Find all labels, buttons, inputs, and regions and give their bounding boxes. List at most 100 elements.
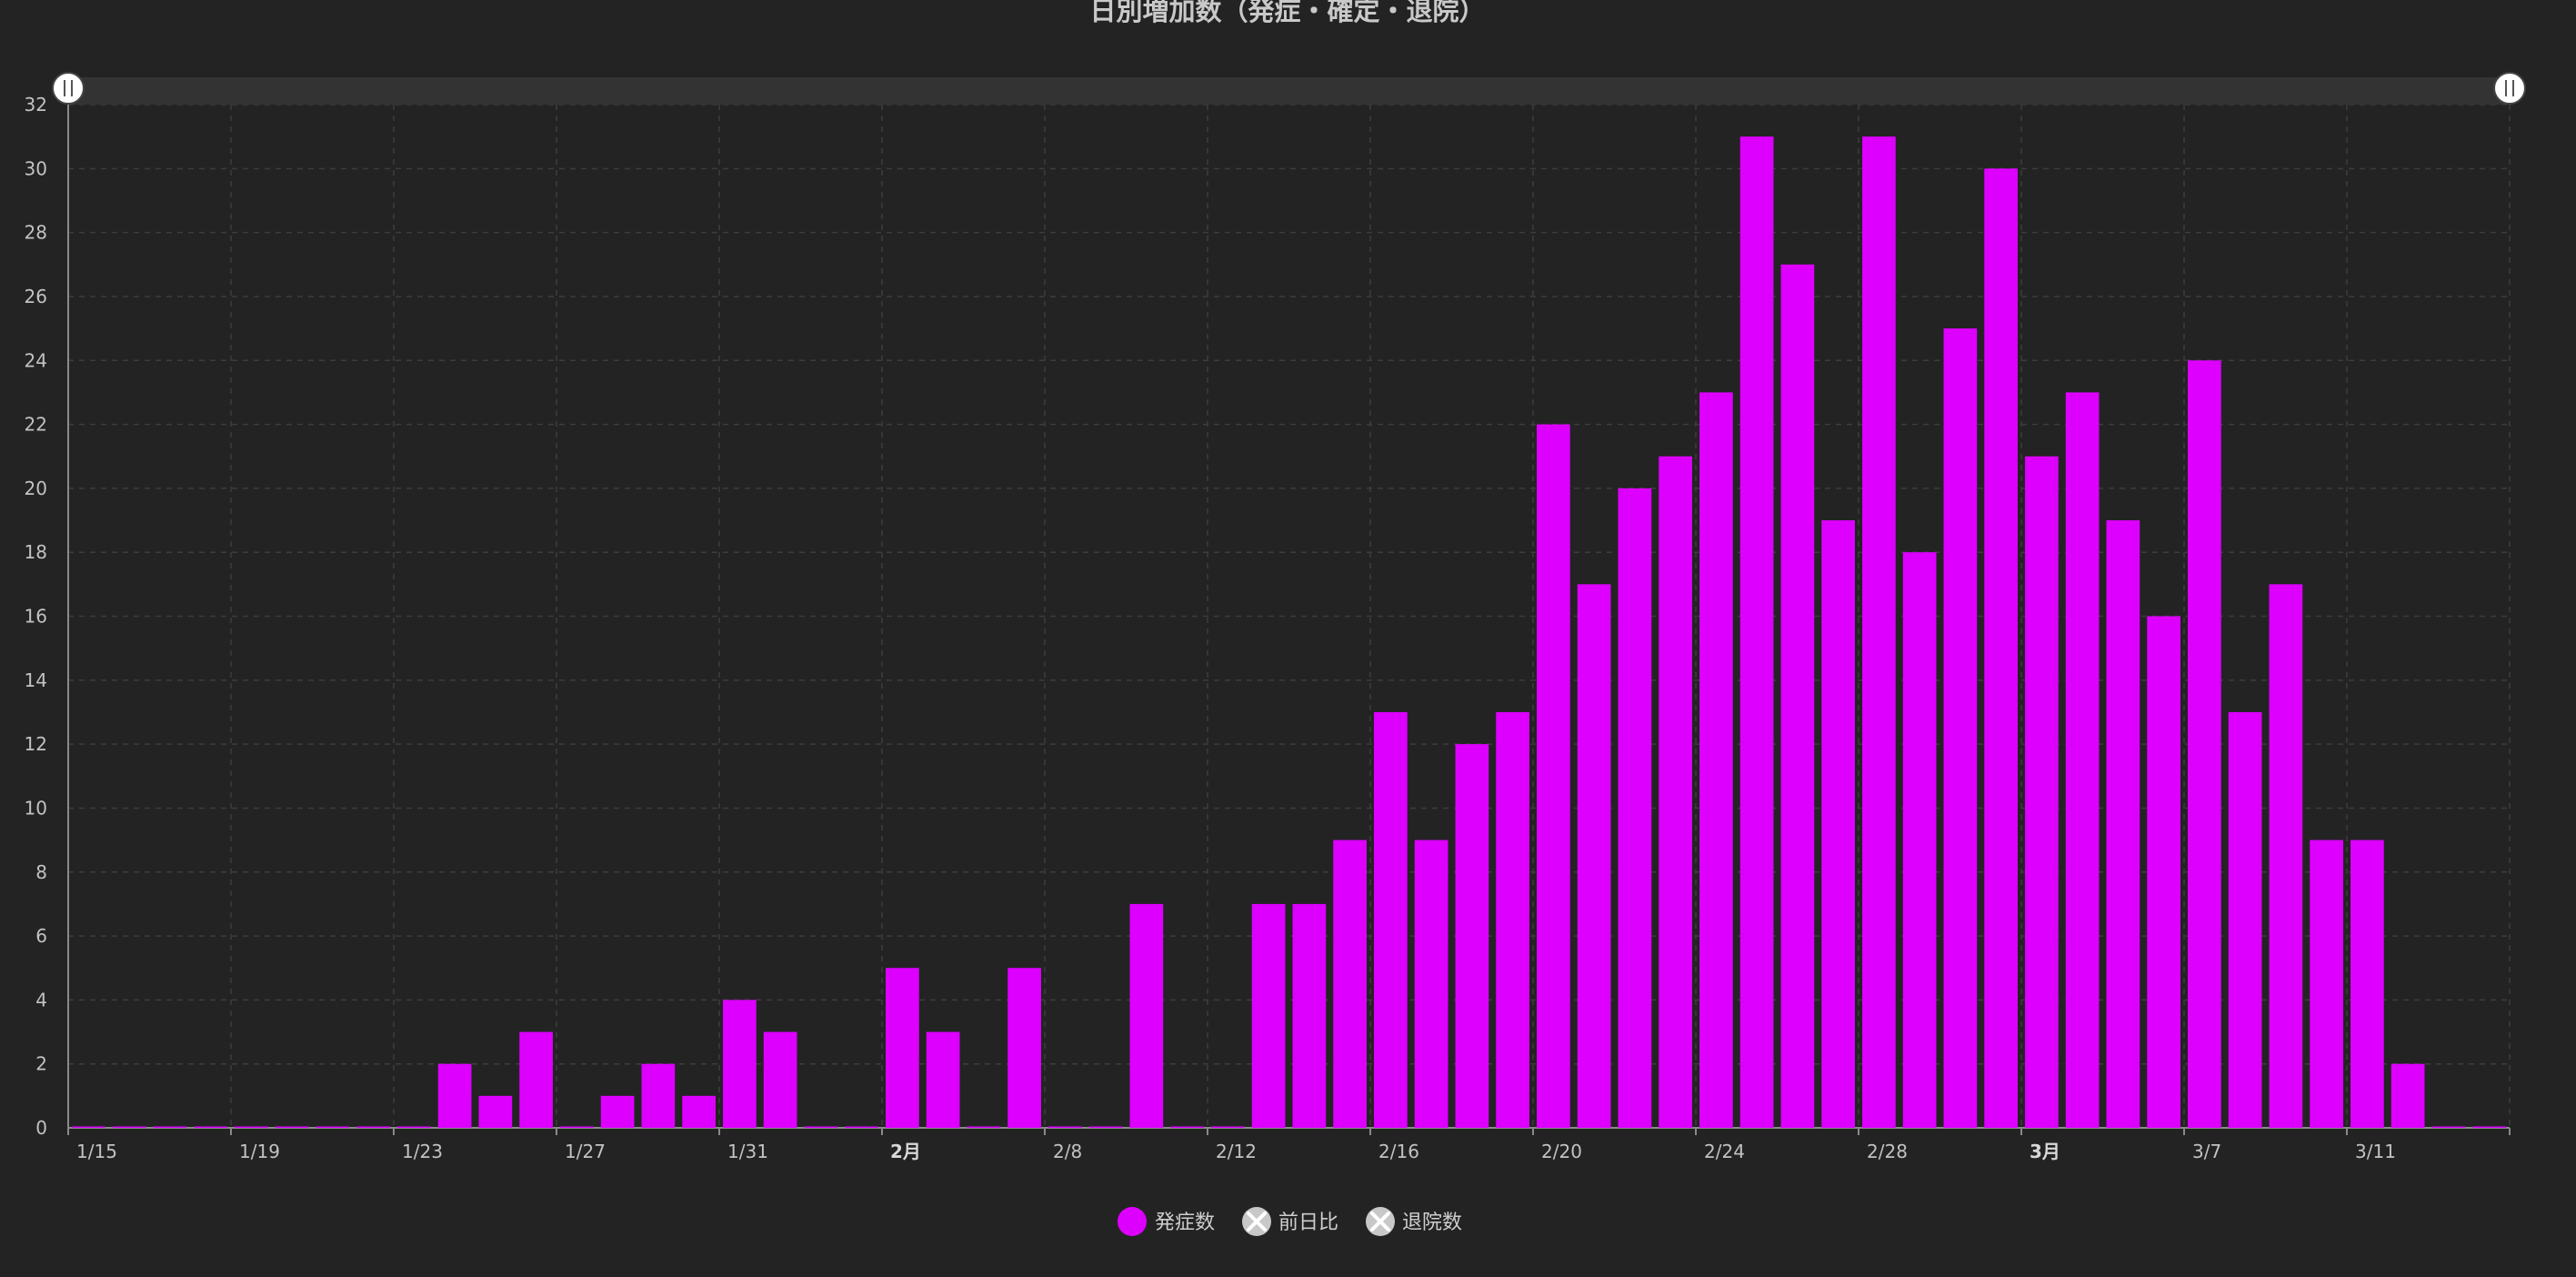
bar-2-7[interactable]: [1007, 968, 1041, 1128]
x-tick-label: 2/24: [1704, 1141, 1745, 1162]
bar-2-24[interactable]: [1699, 392, 1733, 1128]
y-tick-label: 28: [25, 222, 47, 244]
y-tick-label: 14: [25, 669, 47, 691]
bar-1-25[interactable]: [478, 1095, 513, 1128]
bar-2-28[interactable]: [1862, 136, 1896, 1128]
bar-3-12[interactable]: [2391, 1063, 2425, 1128]
bar-3-11[interactable]: [2350, 840, 2384, 1128]
x-tick-label: 1/19: [239, 1141, 280, 1162]
bar-3-1[interactable]: [1943, 328, 1978, 1128]
y-tick-label: 8: [35, 861, 47, 883]
x-tick-label: 1/15: [76, 1141, 117, 1162]
y-tick-label: 16: [25, 606, 47, 628]
bar-2-20[interactable]: [1537, 424, 1570, 1128]
bar-3-7[interactable]: [2188, 360, 2221, 1128]
bar-1-23[interactable]: [397, 1126, 431, 1129]
bar-2-15[interactable]: [1333, 840, 1367, 1128]
bar-3-9[interactable]: [2269, 584, 2303, 1128]
legend[interactable]: 発症数 前日比 退院数: [1118, 1207, 1462, 1236]
bar-1-29[interactable]: [641, 1063, 676, 1128]
bar-1-22[interactable]: [356, 1126, 390, 1129]
legend-label-day-over-day: 前日比: [1278, 1212, 1338, 1234]
bar-3-6[interactable]: [2147, 616, 2180, 1129]
x-tick-label: 2/12: [1216, 1141, 1257, 1162]
bar-2-16[interactable]: [1374, 711, 1408, 1128]
legend-label-onset: 発症数: [1155, 1212, 1215, 1234]
bar-chart: 日別増加数（発症・確定・退院） 024681012141618202224262…: [25, 0, 2526, 1236]
x-tick-label: 2/28: [1867, 1141, 1908, 1162]
bar-3-4[interactable]: [2065, 392, 2100, 1128]
bar-2-14[interactable]: [1292, 903, 1327, 1128]
bar-2-22[interactable]: [1618, 488, 1652, 1128]
bar-2-19[interactable]: [1496, 711, 1529, 1128]
x-axis-ticks: 1/15 1/19 1/23 1/27 1/31 2月 2/8 2/12 2/16 2/20 2/2…: [76, 1141, 2396, 1162]
legend-label-discharged: 退院数: [1402, 1212, 1462, 1234]
y-tick-label: 30: [25, 157, 47, 179]
bar-2-3[interactable]: [845, 1126, 878, 1129]
bar-3-5[interactable]: [2106, 520, 2140, 1128]
x-tick-label: 1/27: [565, 1141, 606, 1162]
bar-3-14[interactable]: [2472, 1126, 2506, 1129]
x-tick-label: 2月: [890, 1141, 921, 1162]
bar-2-25[interactable]: [1739, 136, 1774, 1128]
bar-2-23[interactable]: [1659, 456, 1692, 1128]
y-tick-label: 20: [25, 478, 47, 499]
bar-1-27[interactable]: [560, 1126, 594, 1129]
x-tick-label: 2/8: [1053, 1141, 1082, 1162]
bar-3-13[interactable]: [2431, 1126, 2466, 1129]
bar-2-4[interactable]: [886, 968, 919, 1128]
bar-2-9[interactable]: [1088, 1126, 1123, 1129]
bar-2-8[interactable]: [1048, 1126, 1082, 1129]
bar-1-28[interactable]: [600, 1095, 635, 1128]
zoom-handle-right[interactable]: [2493, 72, 2526, 105]
bar-2-2[interactable]: [804, 1126, 838, 1129]
bar-1-16[interactable]: [112, 1126, 146, 1129]
axes: [67, 105, 2511, 1135]
y-tick-label: 32: [25, 94, 47, 116]
bar-3-8[interactable]: [2228, 711, 2262, 1128]
bar-3-3[interactable]: [2025, 456, 2059, 1128]
legend-item-day-over-day[interactable]: 前日比: [1242, 1207, 1338, 1236]
bar-2-18[interactable]: [1455, 744, 1489, 1128]
bar-2-13[interactable]: [1251, 903, 1286, 1128]
zoom-slider-track[interactable]: [68, 77, 2510, 105]
bar-2-21[interactable]: [1577, 584, 1611, 1128]
bar-1-24[interactable]: [437, 1063, 472, 1128]
bar-1-20[interactable]: [275, 1126, 309, 1129]
y-tick-label: 0: [35, 1117, 47, 1139]
bar-2-1[interactable]: [763, 1031, 797, 1128]
bar-1-31[interactable]: [723, 1000, 757, 1128]
x-tick-label: 3/7: [2192, 1141, 2221, 1162]
x-tick-label: 2/16: [1378, 1141, 1419, 1162]
bar-2-29[interactable]: [1902, 552, 1937, 1128]
y-axis-ticks: 02468101214161820222426283032: [25, 94, 47, 1139]
bar-1-19[interactable]: [235, 1126, 268, 1129]
grid: [68, 104, 2511, 1128]
bar-series[interactable]: [72, 136, 2506, 1128]
bar-2-11[interactable]: [1170, 1126, 1204, 1129]
bar-1-21[interactable]: [316, 1126, 350, 1129]
bar-3-2[interactable]: [1984, 168, 2018, 1128]
chart-title: 日別増加数（発症・確定・退院）: [1089, 0, 1485, 26]
bar-2-26[interactable]: [1780, 264, 1815, 1128]
bar-2-27[interactable]: [1821, 520, 1855, 1128]
y-tick-label: 22: [25, 414, 47, 436]
bar-2-6[interactable]: [967, 1126, 1001, 1129]
zoom-handle-left[interactable]: [52, 72, 85, 105]
bar-1-30[interactable]: [682, 1095, 716, 1128]
y-tick-label: 6: [35, 925, 47, 947]
bar-1-26[interactable]: [519, 1031, 553, 1128]
bar-2-10[interactable]: [1129, 903, 1164, 1128]
legend-item-discharged[interactable]: 退院数: [1366, 1207, 1462, 1236]
bar-2-17[interactable]: [1414, 840, 1448, 1128]
y-tick-label: 12: [25, 733, 47, 755]
bar-1-18[interactable]: [194, 1126, 227, 1129]
zoom-slider[interactable]: [52, 72, 2526, 105]
bar-3-10[interactable]: [2310, 840, 2343, 1128]
bar-2-12[interactable]: [1211, 1126, 1245, 1129]
legend-item-onset[interactable]: 発症数: [1118, 1207, 1215, 1236]
x-tick-label: 1/23: [402, 1141, 443, 1162]
bar-2-5[interactable]: [926, 1031, 960, 1128]
bar-1-17[interactable]: [153, 1126, 187, 1129]
bar-1-15[interactable]: [72, 1126, 105, 1129]
